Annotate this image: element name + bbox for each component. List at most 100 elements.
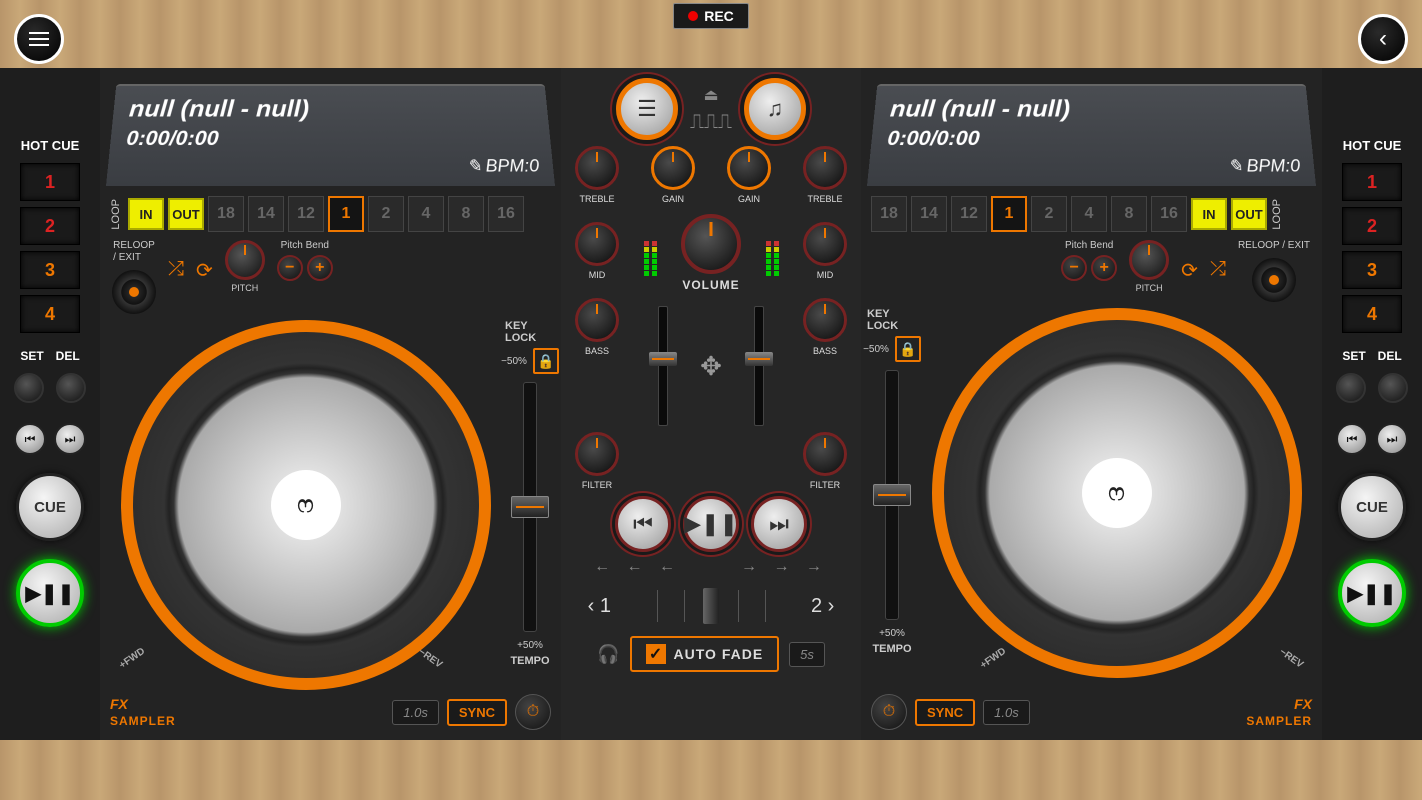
set-knob-r[interactable]: [1336, 373, 1366, 403]
prev-track-button[interactable]: ⏮: [14, 423, 46, 455]
hotcue-4-r[interactable]: 4: [1342, 295, 1402, 333]
beat-18[interactable]: 18: [208, 196, 244, 232]
playlist-button[interactable]: ☰: [616, 78, 678, 140]
play-pause-button-right[interactable]: ▶❚❚: [1338, 559, 1406, 627]
gain-knob-b[interactable]: [727, 146, 771, 190]
play-pause-button-left[interactable]: ▶❚❚: [16, 559, 84, 627]
record-button[interactable]: REC: [673, 3, 749, 29]
auto-fade-time[interactable]: 5s: [789, 642, 825, 667]
hotcue-3[interactable]: 3: [20, 251, 80, 289]
filter-knob-b[interactable]: [803, 432, 847, 476]
chevron-left-icon: ‹: [1379, 25, 1387, 53]
bass-knob-a[interactable]: [575, 298, 619, 342]
hotcue-2-r[interactable]: 2: [1342, 207, 1402, 245]
mixer-prev-button[interactable]: ⏮: [615, 496, 671, 552]
reloop-button[interactable]: [112, 270, 156, 314]
beat-16-b[interactable]: 16: [1151, 196, 1187, 232]
next-track-button[interactable]: ⏭: [54, 423, 86, 455]
beat-12-b[interactable]: 12: [951, 196, 987, 232]
beat-1[interactable]: 1: [328, 196, 364, 232]
sync-time-a[interactable]: 1.0s: [392, 700, 439, 725]
edit-icon[interactable]: ✎: [1227, 156, 1243, 176]
channel-fader-b[interactable]: [754, 306, 764, 426]
pitch-minus-b[interactable]: −: [1061, 255, 1087, 281]
fx-button-a[interactable]: FX: [110, 696, 176, 712]
filter-knob-a[interactable]: [575, 432, 619, 476]
treble-knob-a[interactable]: [575, 146, 619, 190]
crossfader[interactable]: ‹ 1 2 ›: [588, 586, 835, 626]
tempo-slider-a[interactable]: KEY LOCK −50%🔒 +50% TEMPO: [505, 320, 555, 690]
cue-button-left[interactable]: CUE: [16, 473, 84, 541]
shuffle-icon[interactable]: ⤮: [168, 258, 184, 281]
pitch-knob-b[interactable]: [1129, 240, 1169, 280]
beat-2-b[interactable]: 2: [1031, 196, 1067, 232]
record-dot-icon: [688, 11, 698, 21]
channel-fader-a[interactable]: [658, 306, 668, 426]
beat-18-b[interactable]: 18: [871, 196, 907, 232]
sync-button-b[interactable]: SYNC: [915, 699, 975, 726]
headphone-icon[interactable]: 🎧: [597, 644, 619, 665]
next-track-button-r[interactable]: ⏭: [1376, 423, 1408, 455]
hotcue-1[interactable]: 1: [20, 163, 80, 201]
mid-knob-a[interactable]: [575, 222, 619, 266]
mid-knob-b[interactable]: [803, 222, 847, 266]
hotcue-3-r[interactable]: 3: [1342, 251, 1402, 289]
beat-14-b[interactable]: 14: [911, 196, 947, 232]
repeat-icon[interactable]: ⟳: [196, 258, 213, 283]
pitch-plus[interactable]: +: [307, 255, 333, 281]
deck-a-bpm: BPM:0: [485, 156, 540, 176]
menu-button[interactable]: [14, 14, 64, 64]
treble-knob-b[interactable]: [803, 146, 847, 190]
edit-icon[interactable]: ✎: [466, 156, 482, 176]
sync-button-a[interactable]: SYNC: [447, 699, 507, 726]
sampler-button-a[interactable]: SAMPLER: [110, 714, 176, 728]
volume-knob[interactable]: [681, 214, 741, 274]
beat-12[interactable]: 12: [288, 196, 324, 232]
loop-in-button[interactable]: IN: [128, 198, 164, 230]
prev-track-button-r[interactable]: ⏮: [1336, 423, 1368, 455]
back-button[interactable]: ‹: [1358, 14, 1408, 64]
beat-14[interactable]: 14: [248, 196, 284, 232]
pitch-knob-a[interactable]: [225, 240, 265, 280]
sampler-button-b[interactable]: SAMPLER: [1246, 714, 1312, 728]
timer-icon-b[interactable]: ⏱: [871, 694, 907, 730]
jog-wheel-b[interactable]: ෆ: [932, 308, 1302, 678]
arrows-left-icon: ← ← ←: [594, 558, 681, 576]
jog-wheel-a[interactable]: ෆ: [121, 320, 491, 690]
mixer-icon[interactable]: ⎍⎍⎍: [690, 111, 732, 134]
reloop-button-b[interactable]: [1252, 258, 1296, 302]
set-knob[interactable]: [14, 373, 44, 403]
lock-icon[interactable]: 🔒: [533, 348, 559, 374]
bass-knob-b[interactable]: [803, 298, 847, 342]
pitch-plus-b[interactable]: +: [1091, 255, 1117, 281]
beat-4-b[interactable]: 4: [1071, 196, 1107, 232]
fx-button-b[interactable]: FX: [1246, 696, 1312, 712]
del-knob[interactable]: [56, 373, 86, 403]
beat-2[interactable]: 2: [368, 196, 404, 232]
pitch-minus[interactable]: −: [277, 255, 303, 281]
beat-8-b[interactable]: 8: [1111, 196, 1147, 232]
library-button[interactable]: ♫: [744, 78, 806, 140]
repeat-icon-b[interactable]: ⟳: [1181, 258, 1198, 283]
beat-16[interactable]: 16: [488, 196, 524, 232]
cue-button-right[interactable]: CUE: [1338, 473, 1406, 541]
shuffle-icon-b[interactable]: ⤮: [1210, 258, 1226, 281]
hotcue-4[interactable]: 4: [20, 295, 80, 333]
loop-out-button[interactable]: OUT: [168, 198, 204, 230]
eject-icon[interactable]: ⏏: [703, 85, 718, 105]
loop-out-button-b[interactable]: OUT: [1231, 198, 1267, 230]
beat-4[interactable]: 4: [408, 196, 444, 232]
hotcue-2[interactable]: 2: [20, 207, 80, 245]
sync-time-b[interactable]: 1.0s: [983, 700, 1030, 725]
gain-knob-a[interactable]: [651, 146, 695, 190]
auto-fade-toggle[interactable]: ✓AUTO FADE: [630, 636, 780, 672]
loop-in-button-b[interactable]: IN: [1191, 198, 1227, 230]
timer-icon[interactable]: ⏱: [515, 694, 551, 730]
mixer-next-button[interactable]: ⏭: [751, 496, 807, 552]
beat-1-b[interactable]: 1: [991, 196, 1027, 232]
mixer-play-button[interactable]: ▶❚❚: [683, 496, 739, 552]
del-knob-r[interactable]: [1378, 373, 1408, 403]
hotcue-1-r[interactable]: 1: [1342, 163, 1402, 201]
beat-8[interactable]: 8: [448, 196, 484, 232]
tempo-slider-b[interactable]: KEY LOCK −50%🔒 +50% TEMPO: [867, 308, 917, 690]
